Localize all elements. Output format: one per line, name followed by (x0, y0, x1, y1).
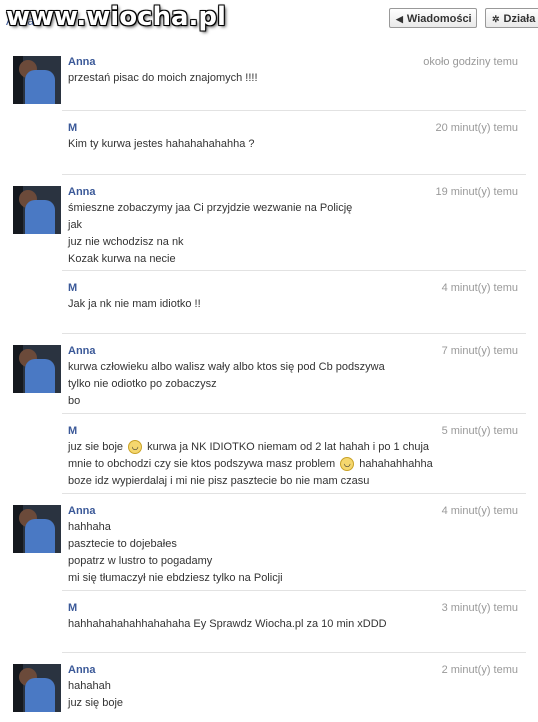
message-timestamp: 2 minut(y) temu (441, 664, 518, 676)
author-name[interactable]: Anna (68, 664, 96, 676)
top-bar: Anna www.wiocha.pl ◀ Wiadomości ✲ Działa (0, 0, 538, 42)
avatar-shirt (25, 200, 55, 234)
message-timestamp: 7 minut(y) temu (441, 345, 518, 357)
message-timestamp: 4 minut(y) temu (441, 505, 518, 517)
message-line: juz się boje (68, 697, 124, 709)
message-body: hahhaha pasztecie to dojebałes popatrz w l… (68, 519, 468, 587)
message-line: kurwa człowieku albo walisz wały albo kt… (68, 361, 385, 373)
message-divider (62, 652, 526, 653)
avatar-shirt (25, 519, 55, 553)
message-line: Kim ty kurwa jestes hahahahahahha ? (68, 138, 255, 150)
message-timestamp: około godziny temu (423, 56, 518, 68)
message-body: Kim ty kurwa jestes hahahahahahha ? (68, 136, 468, 153)
message-line: hahhahahahahhahahaha Ey Sprawdz Wiocha.p… (68, 618, 387, 630)
author-name[interactable]: Anna (68, 56, 96, 68)
message-item: Anna 7 minut(y) temu kurwa człowieku albo … (0, 333, 538, 413)
message-divider (62, 413, 526, 414)
messages-button[interactable]: ◀ Wiadomości (389, 8, 477, 28)
message-timestamp: 4 minut(y) temu (441, 282, 518, 294)
message-line: przestań pisac do moich znajomych !!!! (68, 72, 258, 84)
author-name[interactable]: Anna (68, 186, 96, 198)
message-item: Anna około godziny temu przestań pisac do … (0, 44, 538, 110)
message-line: hahahah (68, 680, 111, 692)
avatar[interactable] (13, 186, 61, 234)
message-line: jak (68, 219, 83, 231)
avatar[interactable] (13, 664, 61, 712)
actions-button[interactable]: ✲ Działa (485, 8, 538, 28)
message-body: juz sie boje ◡ kurwa ja NK IDIOTKO niema… (68, 439, 468, 490)
actions-button-label: Działa (503, 13, 536, 25)
message-line: hahhaha (68, 521, 111, 533)
message-line: tylko nie odiotko po zobaczysz (68, 378, 217, 390)
message-item: Anna 4 minut(y) temu hahhaha pasztecie to d… (0, 493, 538, 590)
message-divider (62, 270, 526, 271)
message-line: juz nie wchodzisz na nk (68, 236, 184, 248)
message-line: juz sie boje ◡ kurwa ja NK IDIOTKO niema… (68, 440, 430, 455)
message-body: Jak ja nk nie mam idiotko !! (68, 296, 468, 313)
message-body: śmieszne zobaczymy jaa Ci przyjdzie wezw… (68, 200, 468, 268)
message-item: Anna 19 minut(y) temu śmieszne zobaczymy j… (0, 174, 538, 270)
author-name[interactable]: M (68, 602, 77, 614)
avatar[interactable] (13, 505, 61, 553)
message-item: M 3 minut(y) temu hahhahahahahhahahaha Ey … (0, 590, 538, 652)
author-name[interactable]: M (68, 122, 77, 134)
avatar[interactable] (13, 345, 61, 393)
author-name[interactable]: M (68, 282, 77, 294)
message-line: mi się tłumaczył nie ebdziesz tylko na P… (68, 572, 283, 584)
message-divider (62, 174, 526, 175)
message-line: popatrz w lustro to pogadamy (68, 555, 213, 567)
avatar-shirt (25, 678, 55, 712)
message-item: M 20 minut(y) temu Kim ty kurwa jestes hah… (0, 110, 538, 174)
message-timestamp: 19 minut(y) temu (435, 186, 518, 198)
messages-button-label: Wiadomości (406, 13, 472, 25)
back-arrow-icon: ◀ (396, 14, 403, 24)
smiley-emoticon-icon: ◡ (128, 440, 143, 455)
message-line: Jak ja nk nie mam idiotko !! (68, 298, 201, 310)
message-timestamp: 20 minut(y) temu (435, 122, 518, 134)
watermark-logo: www.wiocha.pl (6, 2, 226, 32)
message-line: pasztecie to dojebałes (68, 538, 177, 550)
avatar-shirt (25, 359, 55, 393)
message-timestamp: 5 minut(y) temu (441, 425, 518, 437)
message-divider (62, 493, 526, 494)
message-line: boze idz wypierdalaj i mi nie pisz paszt… (68, 475, 370, 487)
message-divider (62, 590, 526, 591)
message-line: Kozak kurwa na necie (68, 253, 176, 265)
message-line: mnie to obchodzi czy sie ktos podszywa m… (68, 457, 433, 472)
message-timestamp: 3 minut(y) temu (441, 602, 518, 614)
author-name[interactable]: Anna (68, 345, 96, 357)
author-name[interactable]: Anna (68, 505, 96, 517)
message-body: hahhahahahahhahahaha Ey Sprawdz Wiocha.p… (68, 616, 468, 633)
smiley-emoticon-icon: ◡ (340, 457, 355, 472)
gear-icon: ✲ (492, 14, 500, 24)
message-item: M 5 minut(y) temu juz sie boje ◡ kurwa ja … (0, 413, 538, 493)
avatar[interactable] (13, 56, 61, 104)
message-divider (62, 110, 526, 111)
avatar-shirt (25, 70, 55, 104)
message-body: przestań pisac do moich znajomych !!!! (68, 70, 468, 87)
message-line: bo (68, 395, 81, 407)
message-line: śmieszne zobaczymy jaa Ci przyjdzie wezw… (68, 202, 353, 214)
message-body: kurwa człowieku albo walisz wały albo kt… (68, 359, 468, 410)
message-item: Anna 2 minut(y) temu hahahah juz się boje (0, 652, 538, 722)
message-item: M 4 minut(y) temu Jak ja nk nie mam idiotk… (0, 270, 538, 333)
message-divider (62, 333, 526, 334)
author-name[interactable]: M (68, 425, 77, 437)
message-body: hahahah juz się boje (68, 678, 468, 712)
